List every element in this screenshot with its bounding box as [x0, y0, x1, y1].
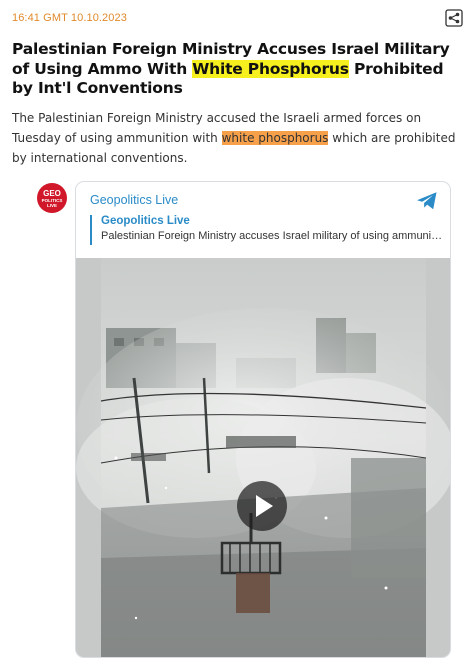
- headline-highlight: White Phosphorus: [192, 59, 349, 78]
- article-summary: The Palestinian Foreign Ministry accused…: [12, 108, 464, 168]
- reply-quote[interactable]: Geopolitics Live Palestinian Foreign Min…: [90, 215, 445, 245]
- play-button[interactable]: [237, 481, 287, 531]
- telegram-embed-card[interactable]: Geopolitics Live Geopolitics Live Palest…: [75, 181, 451, 658]
- play-icon: [256, 495, 273, 517]
- reply-author: Geopolitics Live: [101, 215, 190, 227]
- article-headline[interactable]: Palestinian Foreign Ministry Accuses Isr…: [12, 40, 464, 99]
- avatar-line2: POLITICS LIVE: [41, 198, 63, 208]
- video-player[interactable]: [76, 258, 450, 657]
- summary-highlight: white phosphorus: [221, 131, 329, 145]
- reply-text: Palestinian Foreign Ministry accuses Isr…: [101, 230, 445, 242]
- video-frame: [76, 258, 450, 657]
- avatar-line1: GEO: [43, 189, 61, 198]
- timestamp: 16:41 GMT 10.10.2023: [12, 12, 127, 24]
- channel-avatar[interactable]: GEO POLITICS LIVE: [37, 183, 67, 213]
- channel-name[interactable]: Geopolitics Live: [90, 193, 178, 207]
- share-icon[interactable]: [445, 9, 463, 27]
- telegram-icon[interactable]: [416, 191, 438, 211]
